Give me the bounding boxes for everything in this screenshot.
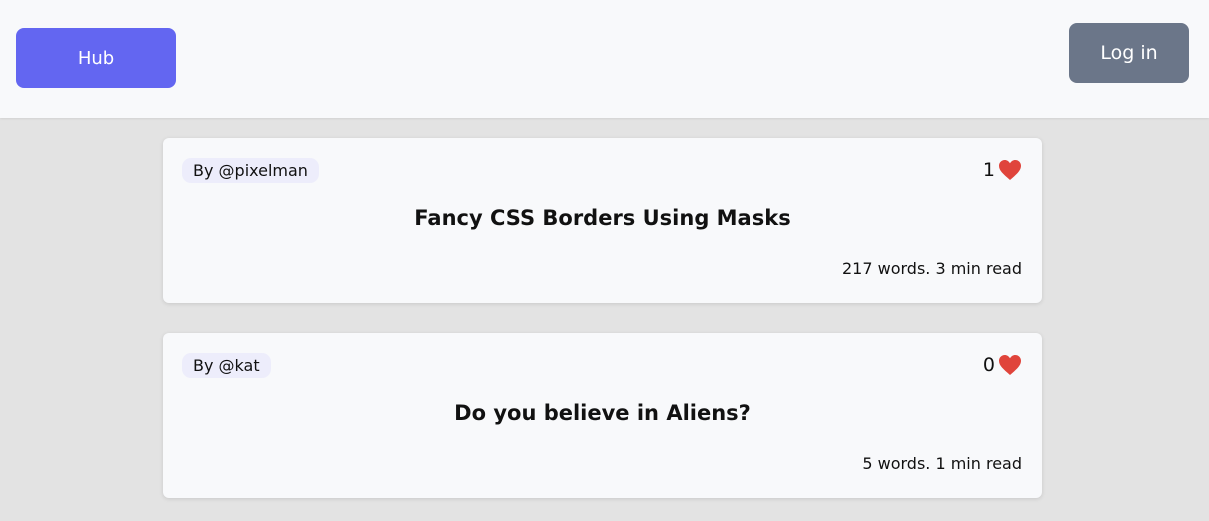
- author-badge[interactable]: By @kat: [182, 353, 271, 378]
- login-button-label: Log in: [1100, 42, 1158, 64]
- post-title[interactable]: Do you believe in Aliens?: [163, 401, 1042, 425]
- heart-icon[interactable]: [998, 159, 1022, 181]
- like-counter: 1: [983, 159, 1022, 181]
- hub-button[interactable]: Hub: [16, 28, 176, 88]
- like-count: 0: [982, 354, 995, 376]
- top-bar: Hub Log in: [0, 0, 1209, 118]
- author-badge[interactable]: By @pixelman: [182, 158, 319, 183]
- login-button[interactable]: Log in: [1069, 23, 1189, 83]
- heart-icon[interactable]: [998, 354, 1022, 376]
- hub-button-label: Hub: [77, 47, 115, 69]
- post-title[interactable]: Fancy CSS Borders Using Masks: [163, 206, 1042, 230]
- post-card[interactable]: By @pixelman 1 Fancy CSS Borders Using M…: [163, 138, 1042, 303]
- like-count: 1: [982, 159, 995, 181]
- post-card[interactable]: By @kat 0 Do you believe in Aliens? 5 wo…: [163, 333, 1042, 498]
- post-stats: 217 words. 3 min read: [841, 259, 1022, 278]
- post-stats: 5 words. 1 min read: [862, 454, 1022, 473]
- like-counter: 0: [983, 354, 1022, 376]
